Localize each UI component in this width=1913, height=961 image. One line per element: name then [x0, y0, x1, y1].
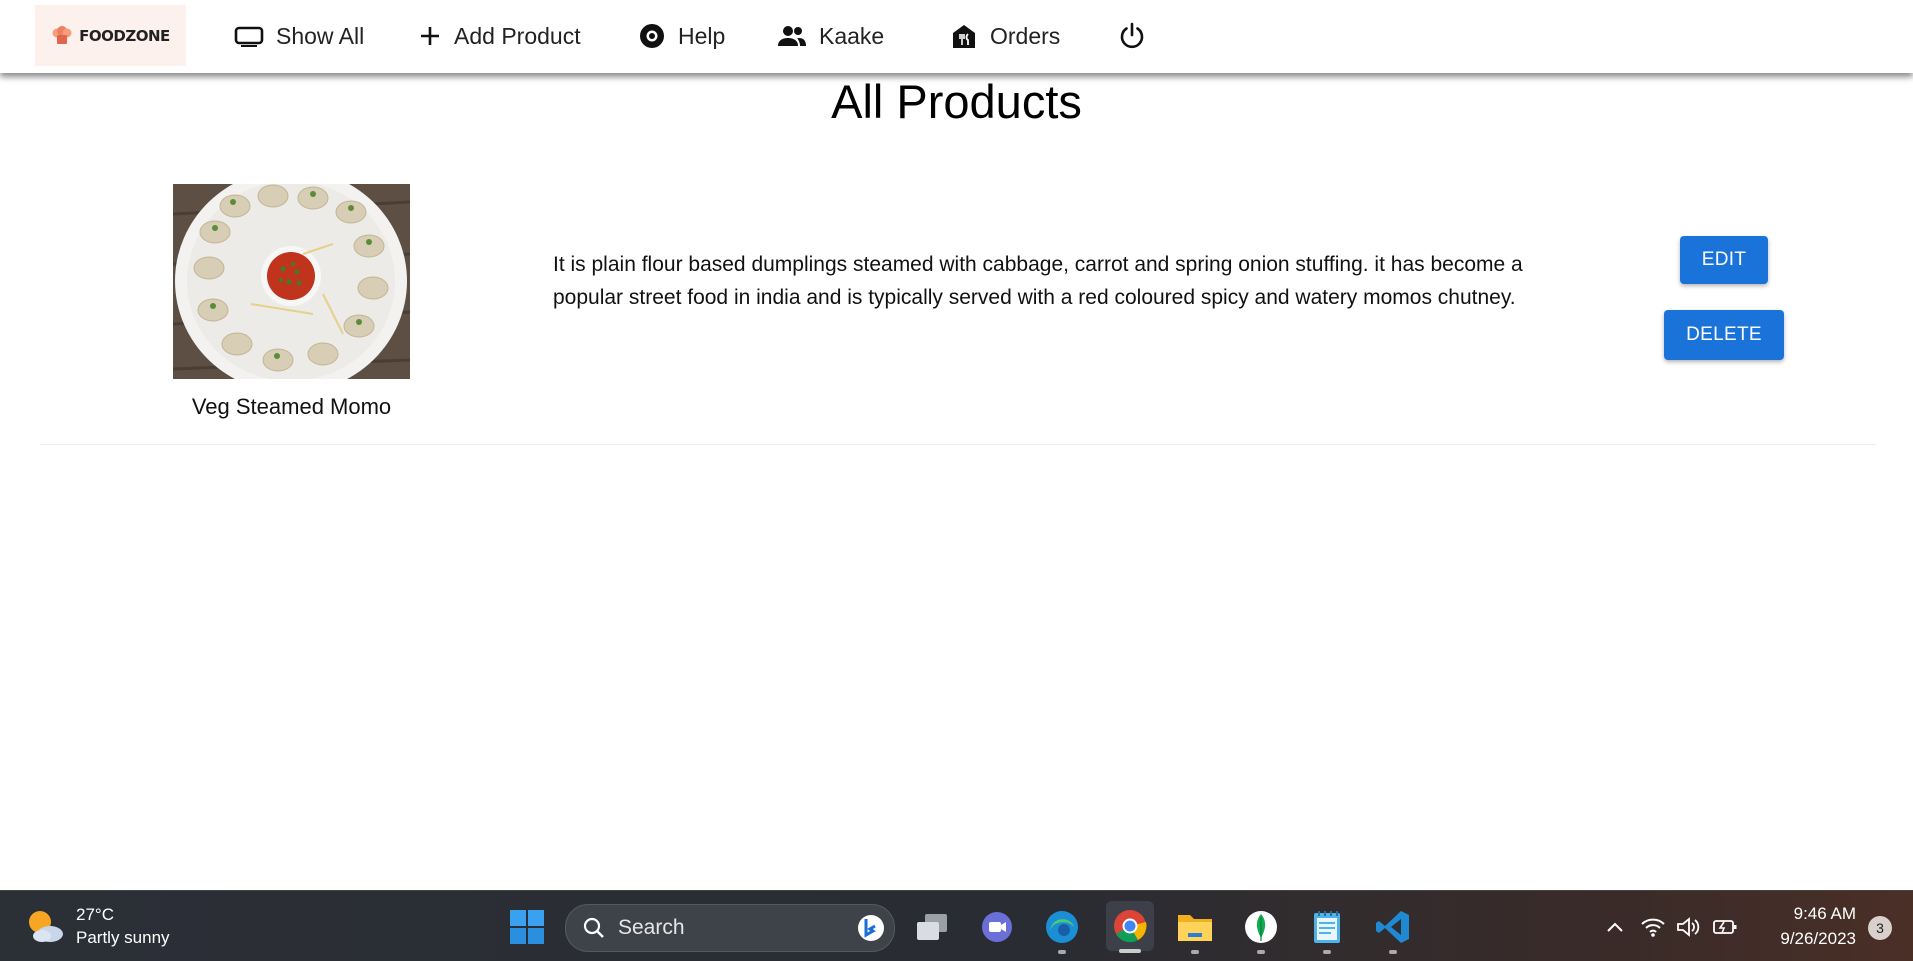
edge-running-indicator: [1058, 950, 1066, 954]
battery-status[interactable]: [1712, 905, 1738, 949]
nav-user-label: Kaake: [819, 22, 885, 49]
nav-add-product[interactable]: Add Product: [418, 18, 581, 54]
clock[interactable]: 9:46 AM 9/26/2023: [1760, 901, 1856, 951]
row-divider: [40, 444, 1876, 445]
logout-button[interactable]: [1118, 18, 1146, 54]
weather-temp: 27°C: [76, 905, 114, 924]
windows-logo-icon: [510, 910, 544, 944]
vscode-button[interactable]: [1371, 905, 1415, 954]
plus-icon: [421, 27, 439, 45]
vscode-running-indicator: [1389, 950, 1397, 954]
mongodb-running-indicator: [1257, 950, 1265, 954]
search-icon: [583, 917, 604, 938]
teams-chat-button[interactable]: [975, 905, 1019, 949]
explorer-running-indicator: [1191, 950, 1199, 954]
show-hidden-icons-button[interactable]: [1593, 905, 1637, 949]
chrome-active-indicator: [1119, 949, 1141, 953]
weather-desc: Partly sunny: [76, 928, 170, 947]
nav-help-label: Help: [678, 22, 726, 49]
top-navbar: FOODZONE Show All Add Product Help Kaake: [0, 0, 1913, 73]
nav-user-kaake[interactable]: Kaake: [777, 18, 884, 54]
notepad-running-indicator: [1323, 950, 1331, 954]
nav-show-all[interactable]: Show All: [234, 18, 364, 54]
edge-icon: [1046, 911, 1078, 943]
taskbar-search[interactable]: Search: [565, 904, 895, 952]
edit-button[interactable]: EDIT: [1680, 236, 1768, 284]
nav-add-product-label: Add Product: [454, 22, 581, 49]
search-placeholder: Search: [618, 916, 685, 939]
display-icon: [234, 26, 264, 47]
edge-button[interactable]: [1040, 905, 1084, 954]
windows-taskbar: 27°C Partly sunny Search 9:46 AM 9/26/20…: [0, 890, 1913, 961]
clock-time: 9:46 AM: [1793, 904, 1856, 923]
people-icon: [778, 26, 806, 46]
wifi-icon: [1641, 918, 1665, 937]
power-icon: [1120, 22, 1144, 49]
battery-charging-icon: [1713, 920, 1737, 934]
chrome-button[interactable]: [1106, 901, 1154, 953]
task-view-button[interactable]: [910, 905, 954, 949]
start-button[interactable]: [505, 905, 549, 949]
weather-widget[interactable]: 27°C Partly sunny: [24, 903, 170, 949]
nav-show-all-label: Show All: [276, 22, 365, 49]
help-icon: [640, 24, 664, 48]
mongodb-compass-button[interactable]: [1239, 905, 1283, 954]
chrome-icon: [1114, 910, 1147, 943]
volume-icon: [1677, 917, 1700, 937]
logo-text: FOODZONE: [79, 26, 170, 45]
momo-plate-image: [173, 184, 410, 379]
delete-button[interactable]: DELETE: [1664, 310, 1784, 360]
wifi-status[interactable]: [1640, 905, 1666, 949]
product-row: Veg Steamed Momo It is plain flour based…: [0, 170, 1913, 446]
restaurant-icon: [953, 25, 975, 48]
notepad-button[interactable]: [1305, 905, 1349, 954]
vscode-icon: [1376, 911, 1409, 943]
volume-status[interactable]: [1676, 905, 1702, 949]
nav-orders[interactable]: Orders: [950, 18, 1060, 54]
notification-badge[interactable]: 3: [1868, 916, 1892, 940]
chevron-up-icon: [1607, 922, 1623, 932]
page-title: All Products: [831, 75, 1082, 128]
folder-icon: [1178, 915, 1212, 941]
product-name: Veg Steamed Momo: [191, 394, 392, 419]
notepad-icon: [1314, 911, 1340, 943]
bing-icon: [858, 915, 884, 941]
foodzone-logo[interactable]: FOODZONE: [35, 5, 186, 66]
product-description: It is plain flour based dumplings steame…: [553, 253, 1523, 309]
partly-sunny-icon: [29, 911, 63, 942]
task-view-icon: [917, 914, 947, 940]
file-explorer-button[interactable]: [1173, 905, 1217, 954]
clock-date: 9/26/2023: [1780, 929, 1856, 948]
mongodb-leaf-icon: [1245, 911, 1277, 943]
nav-help[interactable]: Help: [638, 18, 725, 54]
chef-hat-icon: [52, 25, 72, 44]
chat-icon: [982, 912, 1012, 942]
product-image: [173, 184, 410, 379]
nav-orders-label: Orders: [990, 22, 1061, 49]
